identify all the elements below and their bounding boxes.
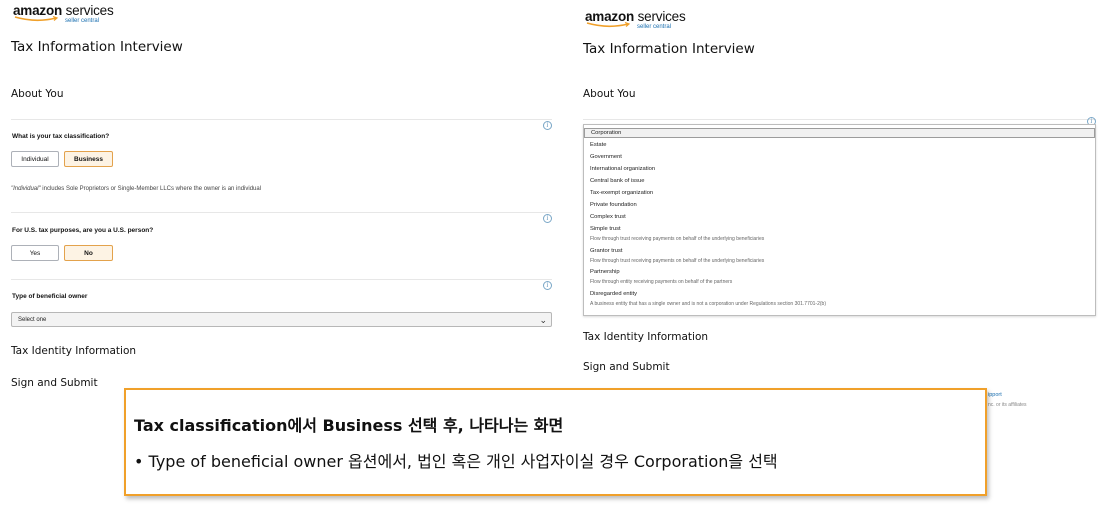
- option-tax-exempt-organization[interactable]: Tax-exempt organization: [584, 190, 1095, 196]
- divider: [11, 212, 552, 213]
- section-tax-identity[interactable]: Tax Identity Information: [583, 331, 708, 343]
- beneficial-owner-question: Type of beneficial owner: [12, 293, 88, 300]
- section-about-you[interactable]: About You: [11, 88, 63, 100]
- option-grantor-trust[interactable]: Grantor trust: [584, 248, 1095, 254]
- callout-bullet-text: Type of beneficial owner 옵션에서, 법인 혹은 개인 …: [148, 452, 778, 471]
- individual-button[interactable]: Individual: [11, 151, 59, 167]
- amazon-services-logo: amazon services seller central: [585, 9, 686, 30]
- support-link[interactable]: ipport: [988, 392, 1002, 398]
- no-button[interactable]: No: [64, 245, 113, 261]
- amazon-services-logo: amazon services seller central: [13, 3, 114, 24]
- page-title: Tax Information Interview: [11, 39, 183, 55]
- option-international-organization[interactable]: International organization: [584, 166, 1095, 172]
- option-disregarded-entity[interactable]: Disregarded entity: [584, 291, 1095, 297]
- option-description: A business entity that has a single owne…: [590, 301, 826, 307]
- info-icon[interactable]: i: [543, 214, 552, 223]
- divider: [11, 279, 552, 280]
- logo-subtitle: seller central: [65, 18, 100, 24]
- individual-hint: "Individual" includes Sole Proprietors o…: [11, 186, 262, 192]
- business-button[interactable]: Business: [64, 151, 113, 167]
- us-person-question: For U.S. tax purposes, are you a U.S. pe…: [12, 227, 154, 234]
- annotation-callout: Tax classification에서 Business 선택 후, 나타나는…: [124, 388, 987, 496]
- section-sign-submit[interactable]: Sign and Submit: [583, 361, 670, 373]
- section-about-you[interactable]: About You: [583, 88, 635, 100]
- option-description: Flow through trust receiving payments on…: [590, 258, 765, 264]
- info-icon[interactable]: i: [543, 121, 552, 130]
- option-private-foundation[interactable]: Private foundation: [584, 202, 1095, 208]
- option-government[interactable]: Government: [584, 154, 1095, 160]
- option-description: Flow through trust receiving payments on…: [590, 236, 765, 242]
- page-title: Tax Information Interview: [583, 41, 755, 57]
- amazon-smile-icon: [586, 22, 631, 28]
- info-icon[interactable]: i: [543, 281, 552, 290]
- section-tax-identity[interactable]: Tax Identity Information: [11, 345, 136, 357]
- option-estate[interactable]: Estate: [584, 142, 1095, 148]
- option-complex-trust[interactable]: Complex trust: [584, 214, 1095, 220]
- divider: [583, 119, 1096, 120]
- divider: [11, 119, 552, 120]
- chevron-down-icon: ⌄: [539, 315, 547, 325]
- option-simple-trust[interactable]: Simple trust: [584, 226, 1095, 232]
- beneficial-owner-dropdown-list[interactable]: Corporation Estate Government Internatio…: [583, 124, 1096, 316]
- callout-title: Tax classification에서 Business 선택 후, 나타나는…: [134, 416, 564, 435]
- yes-button[interactable]: Yes: [11, 245, 59, 261]
- beneficial-owner-select[interactable]: Select one ⌄: [11, 312, 552, 327]
- option-central-bank-of-issue[interactable]: Central bank of issue: [584, 178, 1095, 184]
- logo-subtitle: seller central: [637, 24, 672, 30]
- select-value: Select one: [18, 316, 47, 323]
- copyright-text: nc. or its affiliates: [988, 402, 1027, 408]
- option-partnership[interactable]: Partnership: [584, 269, 1095, 275]
- option-corporation[interactable]: Corporation: [584, 128, 1095, 138]
- callout-bullet: • Type of beneficial owner 옵션에서, 법인 혹은 개…: [134, 448, 778, 472]
- amazon-smile-icon: [14, 16, 59, 22]
- section-sign-submit[interactable]: Sign and Submit: [11, 377, 98, 389]
- option-description: Flow through entity receiving payments o…: [590, 279, 733, 285]
- bullet-mark: •: [134, 452, 144, 471]
- tax-classification-question: What is your tax classification?: [12, 133, 110, 140]
